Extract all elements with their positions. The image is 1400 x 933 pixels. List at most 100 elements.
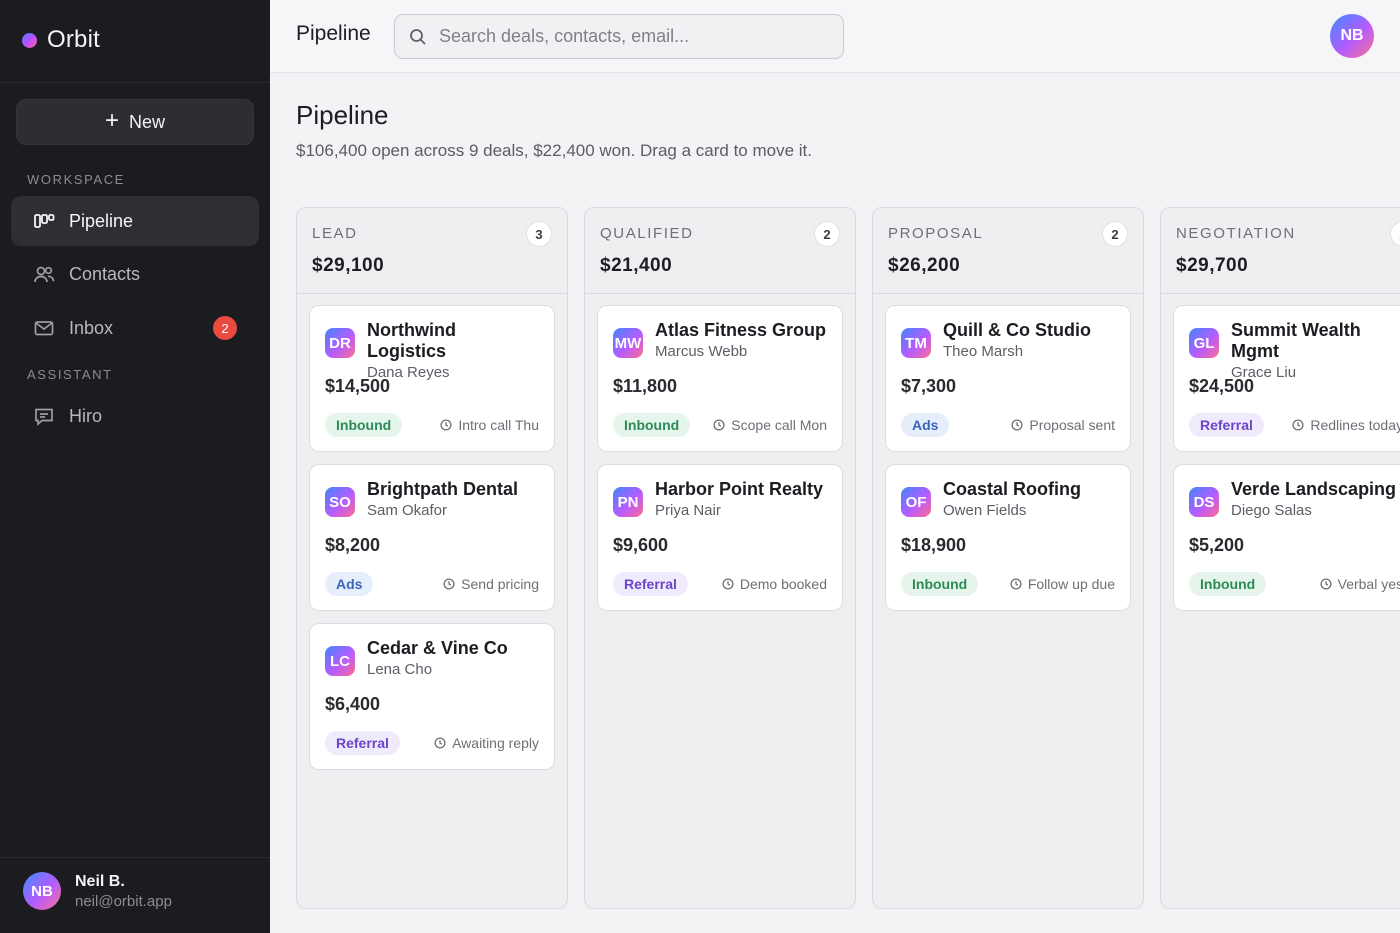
sidebar-item-contacts[interactable]: Contacts — [11, 249, 259, 299]
search-icon — [410, 28, 426, 45]
deal-title: Verde Landscaping — [1231, 479, 1397, 499]
deal-card[interactable]: SO Brightpath Dental Sam Okafor $8,200 Ads Se… — [309, 464, 555, 611]
next-step-label: Proposal sent — [1029, 417, 1115, 433]
sidebar-item-label: Pipeline — [69, 210, 134, 231]
company-avatar: DR — [325, 328, 355, 358]
deal-contact: Dana Reyes — [367, 364, 450, 381]
new-button[interactable]: + New — [16, 99, 254, 145]
column-count: 2 — [1390, 221, 1400, 247]
user-email: neil@orbit.app — [75, 892, 172, 910]
deal-card[interactable]: GL Summit Wealth Mgmt Grace Liu $24,500 Refe… — [1173, 305, 1400, 452]
deal-card[interactable]: DS Verde Landscaping Diego Salas $5,200 Inbo… — [1173, 464, 1400, 611]
clock-icon — [1011, 419, 1023, 431]
mail-icon — [34, 321, 54, 336]
clock-icon — [1010, 578, 1022, 590]
next-step: Intro call Thu — [440, 417, 539, 433]
column-count: 2 — [1102, 221, 1128, 247]
next-step: Send pricing — [443, 576, 539, 592]
column-header: NEGOTIATION 2 $29,700 — [1161, 208, 1400, 294]
deal-amount: $6,400 — [325, 694, 381, 714]
deal-contact: Priya Nair — [655, 502, 721, 519]
deal-amount: $9,600 — [613, 535, 669, 555]
column-name: LEAD — [312, 225, 358, 242]
source-tag: Inbound — [613, 413, 691, 437]
deal-title: Brightpath Dental — [367, 479, 518, 499]
company-avatar: DS — [1189, 487, 1219, 517]
divider — [0, 857, 270, 858]
source-tag: Inbound — [325, 413, 403, 437]
next-step-label: Verbal yes — [1337, 576, 1400, 592]
kanban-icon — [34, 214, 55, 228]
sidebar-item-inbox[interactable]: Inbox 2 — [11, 303, 259, 353]
source-tag: Ads — [901, 413, 950, 437]
account-avatar[interactable]: NB — [1330, 14, 1374, 58]
deal-title: Coastal Roofing — [943, 479, 1081, 499]
clock-icon — [1320, 578, 1332, 590]
deal-card[interactable]: OF Coastal Roofing Owen Fields $18,900 Inbou… — [885, 464, 1131, 611]
clock-icon — [443, 578, 455, 590]
column-total: $26,200 — [888, 255, 961, 276]
deal-amount: $5,200 — [1189, 535, 1245, 555]
sidebar-item-pipeline[interactable]: Pipeline — [11, 196, 259, 246]
clock-icon — [434, 737, 446, 749]
next-step: Proposal sent — [1011, 417, 1115, 433]
deal-contact: Grace Liu — [1231, 364, 1297, 381]
sidebar-item-label: Hiro — [69, 405, 103, 426]
sidebar-item-hiro[interactable]: Hiro — [11, 391, 259, 441]
deal-contact: Owen Fields — [943, 502, 1027, 519]
card-list: MW Atlas Fitness Group Marcus Webb $11,800 I… — [585, 294, 855, 611]
next-step-label: Redlines today — [1310, 417, 1400, 433]
deal-title: Harbor Point Realty — [655, 479, 824, 499]
deal-amount: $14,500 — [325, 376, 391, 396]
search-box[interactable] — [394, 14, 844, 59]
column-count: 3 — [526, 221, 552, 247]
plus-icon: + — [104, 107, 119, 134]
column-total: $29,700 — [1176, 255, 1249, 276]
source-tag: Referral — [613, 572, 688, 596]
deal-title: Quill & Co Studio — [943, 320, 1091, 340]
column-negotiation[interactable]: NEGOTIATION2$29,700GLSummit Wealth MgmtG… — [1160, 207, 1400, 909]
app-name: Orbit — [47, 26, 101, 53]
next-step: Verbal yes — [1320, 576, 1400, 592]
deal-card[interactable]: DR Northwind Logistics Dana Reyes $14,500 In… — [309, 305, 555, 452]
section-label-assistant: ASSISTANT — [27, 367, 113, 382]
next-step-label: Follow up due — [1027, 576, 1115, 592]
deal-contact: Theo Marsh — [943, 343, 1024, 360]
source-tag: Inbound — [1189, 572, 1267, 596]
deal-card[interactable]: PN Harbor Point Realty Priya Nair $9,600 Ref… — [597, 464, 843, 611]
deal-title: Atlas Fitness Group — [655, 320, 827, 340]
users-icon — [34, 266, 55, 283]
deal-contact: Lena Cho — [367, 661, 433, 678]
section-label-workspace: WORKSPACE — [27, 172, 125, 187]
brand[interactable]: Orbit — [22, 26, 100, 54]
deal-contact: Diego Salas — [1231, 502, 1312, 519]
search-input[interactable] — [439, 26, 819, 47]
card-list: TM Quill & Co Studio Theo Marsh $7,300 Ads Pr… — [873, 294, 1143, 611]
deal-title: Cedar & Vine Co — [367, 638, 508, 658]
deal-amount: $18,900 — [901, 535, 967, 555]
deal-card[interactable]: LC Cedar & Vine Co Lena Cho $6,400 Referral A… — [309, 623, 555, 770]
clock-icon — [713, 419, 725, 431]
page-subtitle: $106,400 open across 9 deals, $22,400 wo… — [296, 141, 812, 160]
sidebar: Orbit + New WORKSPACE Pipeline Contacts … — [0, 0, 270, 933]
page-title: Pipeline — [296, 100, 389, 130]
deal-card[interactable]: MW Atlas Fitness Group Marcus Webb $11,800 I… — [597, 305, 843, 452]
topbar: Pipeline NB — [270, 0, 1400, 73]
user-profile[interactable]: NB Neil B. neil@orbit.app — [23, 872, 172, 910]
card-list: DR Northwind Logistics Dana Reyes $14,500 In… — [297, 294, 567, 770]
clock-icon — [440, 419, 452, 431]
deal-contact: Sam Okafor — [367, 502, 448, 519]
deal-card[interactable]: TM Quill & Co Studio Theo Marsh $7,300 Ads Pr… — [885, 305, 1131, 452]
deal-contact: Marcus Webb — [655, 343, 748, 360]
company-avatar: OF — [901, 487, 931, 517]
deal-amount: $7,300 — [901, 376, 957, 396]
column-qualified[interactable]: QUALIFIED 2 $21,400 MW Atlas Fitness Group Ma… — [584, 207, 856, 909]
deal-amount: $11,800 — [613, 376, 678, 396]
column-name: QUALIFIED — [600, 225, 694, 242]
column-proposal[interactable]: PROPOSAL 2 $26,200 TM Quill & Co Studio Theo … — [872, 207, 1144, 909]
column-lead[interactable]: LEAD 3 $29,100 DR Northwind Logistics Dana Re… — [296, 207, 568, 909]
avatar: NB — [23, 872, 61, 910]
next-step: Scope call Mon — [713, 417, 827, 433]
clock-icon — [1292, 419, 1304, 431]
sidebar-item-label: Inbox — [69, 317, 114, 338]
